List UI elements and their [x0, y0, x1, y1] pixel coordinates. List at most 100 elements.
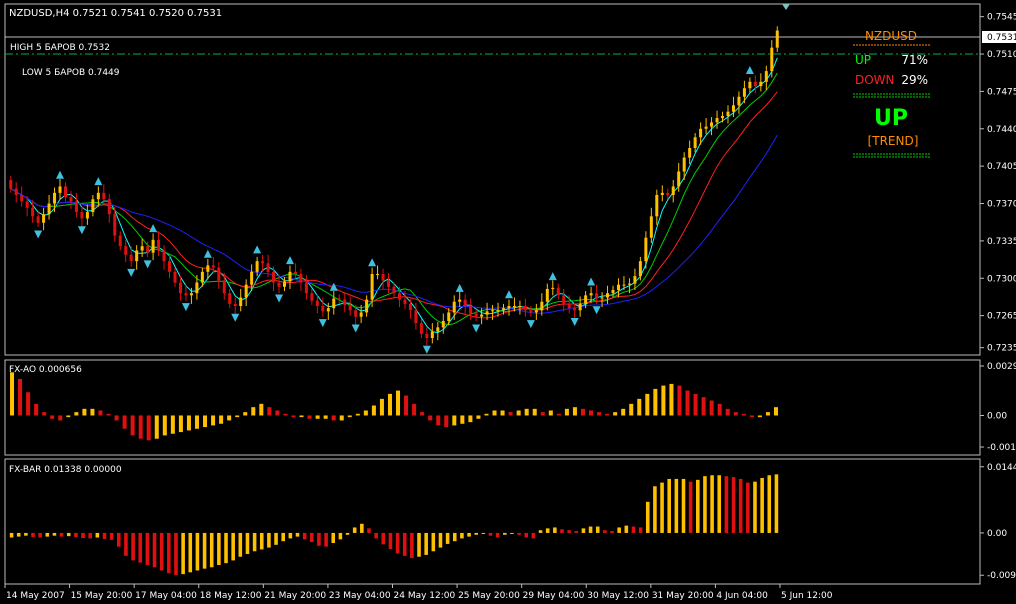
time-tick-label: 25 May 20:00	[458, 591, 520, 601]
ao-bar	[500, 410, 505, 416]
candle-body	[266, 263, 270, 272]
fxbar-bar	[188, 532, 193, 573]
ao-bar	[396, 390, 401, 416]
fxbar-bar	[281, 532, 285, 542]
candle-body	[321, 306, 325, 312]
fxbar-bar	[360, 523, 364, 533]
fxbar-bar	[167, 532, 171, 574]
candle-body	[337, 298, 341, 300]
time-tick-label: 24 May 12:00	[394, 591, 456, 601]
candle-body	[655, 194, 659, 217]
trading-chart[interactable]: NZDUSD,H4 0.7521 0.7541 0.7520 0.7531 HI…	[0, 0, 1016, 604]
fxbar-bar	[696, 479, 700, 533]
fxbar-bar	[245, 532, 250, 554]
ao-bar	[605, 413, 610, 416]
fxbar-bar	[324, 532, 328, 547]
ao-bar	[412, 403, 417, 416]
fxbar-bar	[638, 527, 643, 533]
fxbar-bar	[660, 482, 664, 533]
fxbar-bar	[295, 532, 300, 537]
time-tick-label: 30 May 12:00	[587, 591, 649, 601]
ao-bar	[540, 412, 545, 416]
candle-body	[42, 214, 46, 223]
price-tick-label: 0.7335	[987, 237, 1016, 247]
candle-body	[282, 281, 287, 287]
fxbar-bar	[488, 532, 493, 536]
panel-down-pct: 29%	[901, 73, 928, 87]
ao-bar	[452, 415, 457, 426]
candle-body	[184, 293, 188, 296]
fxbar-bar	[38, 532, 42, 538]
fxbar-bar	[703, 476, 707, 533]
candle-body	[69, 197, 73, 202]
ao-bar	[693, 393, 698, 416]
candle-body	[518, 306, 522, 308]
ao-bar	[243, 412, 248, 416]
fxbar-bar	[574, 531, 579, 533]
ao-bar	[597, 412, 602, 416]
time-tick-label: 4 Jun 04:00	[716, 591, 768, 601]
candle-body	[195, 282, 199, 294]
candle-body	[261, 261, 265, 264]
fxbar-bar	[517, 532, 521, 535]
candle-body	[36, 216, 40, 223]
ao-bar	[82, 408, 87, 416]
price-tick-label: 0.7300	[987, 274, 1016, 284]
fxbar-bar	[495, 532, 500, 538]
ao-bar	[460, 415, 465, 424]
candle-body	[622, 284, 626, 286]
ao-bar	[307, 415, 312, 419]
fxbar-bar	[410, 532, 414, 559]
fxbar-bar	[224, 532, 228, 564]
ao-bar	[90, 408, 95, 416]
candle-body	[47, 203, 51, 215]
ao-bar	[194, 415, 199, 429]
ao-bar	[508, 412, 513, 416]
candle-body	[748, 81, 752, 89]
candle-body	[113, 214, 117, 236]
candle-body	[162, 250, 166, 262]
price-tick-label: 0.7545	[987, 13, 1016, 23]
candle-body	[299, 273, 303, 283]
ao-bar	[379, 398, 384, 416]
fxbar-bar	[159, 532, 164, 571]
candle-body	[600, 297, 604, 299]
candle-body	[595, 293, 599, 299]
ao-bar	[50, 415, 55, 419]
ao-bar	[444, 415, 449, 428]
ao-bar	[741, 413, 746, 416]
price-tick-label: 0.7440	[987, 125, 1016, 135]
fxbar-bar	[753, 481, 757, 533]
ao-bar	[178, 415, 183, 433]
candle-body	[589, 293, 593, 296]
ao-bar	[548, 410, 553, 416]
candle-body	[250, 271, 254, 285]
ao-bar	[34, 403, 39, 416]
ao-bar	[404, 395, 409, 416]
candle-body	[693, 137, 697, 149]
candle-body	[545, 288, 549, 302]
time-tick-label: 14 May 2007	[6, 591, 65, 601]
candle-body	[74, 201, 78, 213]
panel-down-label: DOWN	[855, 73, 895, 87]
fxbar-bar	[217, 532, 221, 565]
candle-body	[436, 327, 440, 332]
ao-bar	[251, 407, 256, 416]
candle-body	[671, 186, 675, 195]
fxbar-tick-label: 0.01446	[987, 463, 1016, 473]
ao-bar	[709, 400, 714, 416]
candle-body	[9, 180, 13, 189]
fxbar-bar	[9, 532, 14, 538]
high-5-bars-label: HIGH 5 БАРОВ 0.7532	[10, 43, 110, 53]
candle-body	[293, 271, 297, 274]
ao-bar	[283, 413, 288, 416]
fxbar-bar	[152, 532, 157, 568]
fxbar-bar	[553, 527, 557, 533]
candle-body	[118, 235, 122, 247]
candle-body	[534, 310, 538, 313]
candle-body	[85, 212, 89, 219]
ao-bar	[138, 415, 143, 439]
candle-body	[189, 293, 193, 296]
fxbar-bar	[59, 532, 64, 537]
candle-body	[704, 126, 708, 129]
